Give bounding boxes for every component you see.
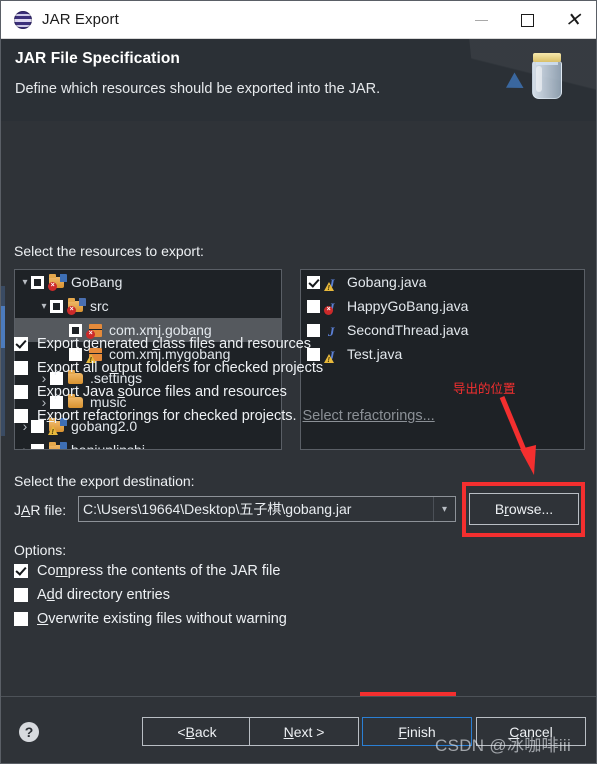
window-title: JAR Export [42,11,119,28]
watermark: CSDN @冰咖啡iii [435,736,572,755]
help-question-icon[interactable]: ? [19,722,39,742]
checkbox-unchecked[interactable] [307,299,320,313]
jar-shine [536,66,542,92]
error-badge-icon [48,281,57,291]
list-item-label: SecondThread.java [347,322,469,338]
list-item-label: Gobang.java [347,274,427,290]
checkbox-unchecked[interactable] [14,385,28,399]
export-option-row[interactable]: Export generated class files and resourc… [14,336,311,352]
list-item[interactable]: J HappyGoBang.java [301,294,584,318]
list-item[interactable]: J Gobang.java [301,270,584,294]
java-file-icon: J [324,275,342,293]
wizard-header: JAR File Specification Define which reso… [1,39,596,121]
export-option-label: Export generated class files and resourc… [37,336,312,352]
tree-item-label: src [90,298,109,314]
jar-option-row[interactable]: Compress the contents of the JAR file [14,563,280,579]
export-option-row[interactable]: Export Java source files and resources [14,384,287,400]
chevron-right-icon[interactable] [19,442,31,449]
resources-label: Select the resources to export: [14,243,204,259]
close-button[interactable]: ✕ [550,1,596,39]
list-item-label: Test.java [347,346,403,362]
tree-item-label: GoBang [71,274,123,290]
minimize-icon [474,19,488,21]
java-file-icon: J [324,299,342,315]
jar-file-value[interactable]: C:\Users\19664\Desktop\五子棋\gobang.jar [79,499,433,519]
checkbox-checked[interactable] [14,564,28,578]
checkbox-unchecked[interactable] [14,612,28,626]
checkbox-checked[interactable] [14,337,28,351]
page-title: JAR File Specification [15,50,180,67]
page-subtitle: Define which resources should be exporte… [15,81,381,97]
warning-badge-icon [324,353,334,365]
project-folder-icon [48,273,67,291]
jar-option-label: Overwrite existing files without warning [37,611,287,627]
java-file-icon: J [324,347,342,365]
checkbox-checked[interactable] [307,275,320,289]
annotation-box-browse [462,482,585,537]
destination-label: Select the export destination: [14,473,195,489]
options-label: Options: [14,542,67,558]
chevron-down-icon[interactable] [19,277,31,288]
left-edge-scrollbar[interactable] [1,286,5,436]
jar-option-label: Add directory entries [37,587,170,603]
export-option-label: Export refactorings for checked projects… [37,408,297,424]
list-item[interactable]: J Test.java [301,342,584,366]
export-option-label: Export Java source files and resources [37,384,287,400]
list-item-label: HappyGoBang.java [347,298,469,314]
project-folder-icon [48,441,67,450]
checkbox-unchecked[interactable] [14,588,28,602]
checkbox-unchecked[interactable] [31,443,44,449]
jar-glyph [530,53,564,100]
checkbox-unchecked[interactable] [14,409,28,423]
back-button[interactable]: < Back [142,717,252,746]
export-option-label: Export all output folders for checked pr… [37,360,324,376]
export-option-row[interactable]: Export refactorings for checked projects… [14,408,435,424]
jar-option-label: Compress the contents of the JAR file [37,563,281,579]
list-item[interactable]: J SecondThread.java [301,318,584,342]
close-icon: ✕ [565,9,581,31]
jar-export-banner-icon [468,39,596,121]
jar-lid-icon [533,53,561,62]
checkbox-partial[interactable] [69,323,82,337]
chevron-down-icon[interactable]: ▾ [433,497,455,521]
tree-item[interactable]: banjunlinshi [15,438,281,450]
jar-file-label: JAR file: [14,502,67,518]
chevron-down-icon[interactable] [38,301,50,312]
jar-option-row[interactable]: Add directory entries [14,587,170,603]
tree-item-label: banjunlinshi [71,442,145,450]
jar-export-dialog: JAR Export ✕ JAR File Specification Defi… [0,0,597,764]
source-folder-icon [67,297,86,315]
window-controls: ✕ [458,1,596,39]
checkbox-partial[interactable] [50,299,63,313]
error-badge-icon [48,449,57,450]
minimize-button[interactable] [458,1,504,39]
error-badge-icon [324,305,333,315]
checkbox-unchecked[interactable] [14,361,28,375]
title-bar: JAR Export ✕ [1,1,596,39]
jar-option-row[interactable]: Overwrite existing files without warning [14,611,287,627]
jar-file-input[interactable]: C:\Users\19664\Desktop\五子棋\gobang.jar ▾ [78,496,456,522]
java-file-icon: J [328,323,335,339]
export-option-row[interactable]: Export all output folders for checked pr… [14,360,323,376]
eclipse-icon [14,10,32,29]
tree-item[interactable]: GoBang [15,270,281,294]
select-refactorings-link[interactable]: Select refactorings... [303,408,435,424]
tree-item[interactable]: src [15,294,281,318]
maximize-icon [520,13,534,27]
warning-badge-icon [324,281,334,293]
warning-badge-icon [48,425,58,437]
annotation-arrow-icon [499,396,536,475]
maximize-button[interactable] [504,1,550,39]
error-badge-icon [67,305,76,315]
next-button[interactable]: Next > [249,717,359,746]
checkbox-unchecked[interactable] [307,323,320,337]
checkbox-partial[interactable] [31,275,44,289]
